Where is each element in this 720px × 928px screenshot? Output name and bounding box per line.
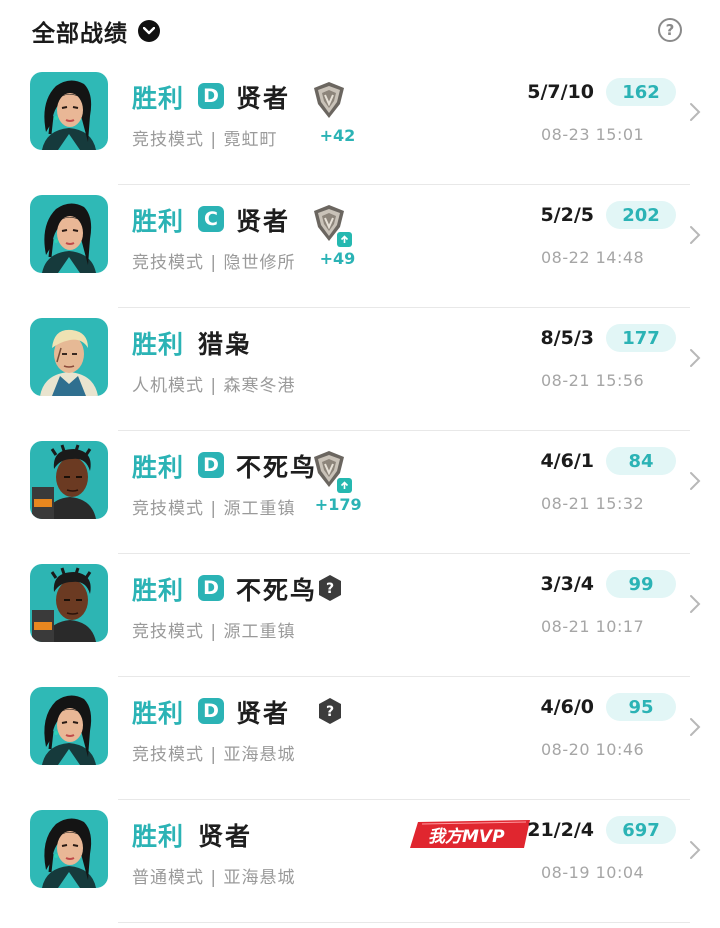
match-list: 胜利 D 贤者 竞技模式 | 霓虹町 +42 5/7/10 162 08-23 15:01 胜利… — [0, 62, 720, 923]
header: 全部战绩 ? — [0, 0, 720, 62]
match-date: 08-21 15:56 — [541, 371, 645, 390]
match-row[interactable]: 胜利 C 贤者竞技模式 | 隐世修所 +49 5/2/5 202 08-22 14:48 — [0, 185, 720, 308]
chevron-right-icon — [688, 471, 702, 491]
match-row[interactable]: 胜利 猎枭人机模式 | 森寒冬港 8/5/3 177 08-21 15:56 — [0, 308, 720, 431]
combat-score: 162 — [606, 78, 676, 106]
hero-avatar — [30, 318, 108, 396]
hero-avatar — [30, 564, 108, 642]
hero-name: 不死鸟 — [236, 576, 318, 605]
unknown-rank-icon: ? — [317, 697, 343, 725]
combat-score: 84 — [606, 447, 676, 475]
hero-avatar — [30, 687, 108, 765]
match-result: 胜利 — [132, 576, 185, 605]
match-row[interactable]: 胜利 D 贤者竞技模式 | 亚海悬城? 4/6/0 95 08-20 10:46 — [0, 677, 720, 800]
rank-grade-badge: D — [198, 452, 224, 478]
rank-grade-badge: D — [198, 698, 224, 724]
kda: 5/2/5 — [540, 204, 594, 226]
rank-points-delta: +49 — [319, 249, 356, 268]
kda: 8/5/3 — [540, 327, 594, 349]
match-row[interactable]: 胜利 D 不死鸟竞技模式 | 源工重镇 +179 4/6/1 84 08-21 15:32 — [0, 431, 720, 554]
filter-label: 全部战绩 — [32, 21, 128, 47]
mode-and-map: 竞技模式 | 亚海悬城 — [132, 745, 296, 765]
kda: 3/3/4 — [540, 573, 594, 595]
hero-name: 不死鸟 — [236, 453, 318, 482]
combat-score: 99 — [606, 570, 676, 598]
unknown-rank-icon: ? — [317, 574, 343, 602]
hero-name: 贤者 — [198, 822, 253, 851]
match-date: 08-21 10:17 — [541, 617, 645, 636]
chevron-right-icon — [688, 840, 702, 860]
match-result: 胜利 — [132, 453, 185, 482]
match-date: 08-22 14:48 — [541, 248, 645, 267]
match-date: 08-23 15:01 — [541, 125, 645, 144]
hero-name: 贤者 — [236, 207, 291, 236]
match-result: 胜利 — [132, 330, 185, 359]
mode-and-map: 竞技模式 | 源工重镇 — [132, 622, 296, 642]
chevron-right-icon — [688, 717, 702, 737]
mode-and-map: 竞技模式 | 霓虹町 — [132, 130, 278, 150]
chevron-right-icon — [688, 225, 702, 245]
match-result: 胜利 — [132, 207, 185, 236]
kda: 21/2/4 — [527, 819, 594, 841]
match-result: 胜利 — [132, 699, 185, 728]
mvp-label: 我方MVP — [428, 827, 505, 847]
divider — [118, 922, 690, 923]
hero-name: 贤者 — [236, 84, 291, 113]
hero-avatar — [30, 72, 108, 150]
mode-and-map: 人机模式 | 森寒冬港 — [132, 376, 296, 396]
rank-points-delta: +42 — [319, 126, 356, 145]
mode-and-map: 竞技模式 | 源工重镇 — [132, 499, 296, 519]
mvp-badge: 我方MVP — [408, 818, 534, 850]
match-date: 08-21 15:32 — [541, 494, 645, 513]
rank-grade-badge: D — [198, 575, 224, 601]
rank-grade-badge: C — [198, 206, 224, 232]
match-row[interactable]: 胜利 D 不死鸟竞技模式 | 源工重镇? 3/3/4 99 08-21 10:17 — [0, 554, 720, 677]
combat-score: 177 — [606, 324, 676, 352]
silver-rank-icon — [312, 80, 352, 124]
help-icon[interactable]: ? — [658, 18, 682, 42]
kda: 4/6/0 — [540, 696, 594, 718]
arrow-up-icon — [337, 232, 352, 247]
match-row[interactable]: 胜利 D 贤者竞技模式 | 霓虹町 +42 5/7/10 162 08-23 15:01 — [0, 62, 720, 185]
svg-text:?: ? — [326, 581, 334, 597]
match-result: 胜利 — [132, 84, 185, 113]
mode-and-map: 普通模式 | 亚海悬城 — [132, 868, 296, 888]
combat-score: 95 — [606, 693, 676, 721]
match-row[interactable]: 胜利 贤者普通模式 | 亚海悬城 我方MVP 21/2/4 697 08-19 10:04 — [0, 800, 720, 923]
chevron-down-icon — [138, 20, 160, 42]
svg-text:?: ? — [326, 704, 334, 720]
chevron-right-icon — [688, 102, 702, 122]
chevron-right-icon — [688, 594, 702, 614]
combat-score: 697 — [606, 816, 676, 844]
rank-points-delta: +179 — [314, 495, 362, 514]
chevron-right-icon — [688, 348, 702, 368]
hero-name: 猎枭 — [198, 330, 253, 359]
rank-grade-badge: D — [198, 83, 224, 109]
hero-name: 贤者 — [236, 699, 291, 728]
record-filter-dropdown[interactable]: 全部战绩 — [32, 14, 160, 48]
mode-and-map: 竞技模式 | 隐世修所 — [132, 253, 296, 273]
silver-rank-icon — [312, 203, 352, 247]
hero-avatar — [30, 195, 108, 273]
combat-score: 202 — [606, 201, 676, 229]
kda: 5/7/10 — [527, 81, 594, 103]
match-result: 胜利 — [132, 822, 185, 851]
match-date: 08-20 10:46 — [541, 740, 645, 759]
kda: 4/6/1 — [540, 450, 594, 472]
match-date: 08-19 10:04 — [541, 863, 645, 882]
hero-avatar — [30, 810, 108, 888]
arrow-up-icon — [337, 478, 352, 493]
silver-rank-icon — [312, 449, 352, 493]
hero-avatar — [30, 441, 108, 519]
